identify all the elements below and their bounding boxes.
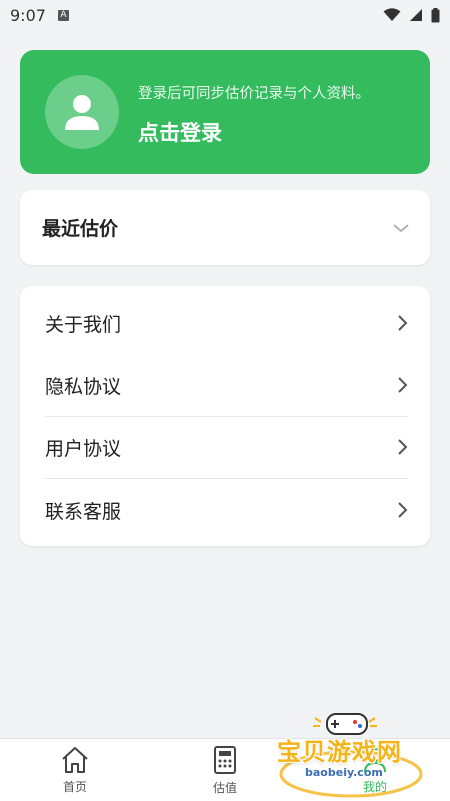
login-button[interactable]: 点击登录 [138,117,222,147]
menu-item-user-agreement[interactable]: 用户协议 [45,416,408,478]
tab-valuation[interactable]: 估值 [150,739,300,801]
chevron-right-icon [398,502,408,518]
chevron-right-icon [398,315,408,331]
profile-icon [364,747,386,772]
bottom-tab-bar: 首页 估值 我的 [0,738,450,801]
chevron-down-icon[interactable] [392,222,410,234]
wifi-icon [383,8,401,21]
user-icon [65,95,99,130]
login-hint: 登录后可同步估价记录与个人资料。 [138,86,370,102]
menu-item-customer-service[interactable]: 联系客服 [45,479,408,541]
cellular-signal-icon [410,9,422,21]
menu-item-label: 隐私协议 [45,375,122,398]
recent-valuations-section[interactable]: 最近估价 [20,190,430,265]
status-left: 9:07 A [10,6,69,25]
menu-item-label: 关于我们 [45,313,122,336]
tab-label: 我的 [362,779,387,794]
tab-label: 估值 [212,780,237,795]
menu-item-about[interactable]: 关于我们 [45,292,408,354]
notification-icon: A [57,9,69,21]
chevron-right-icon [398,377,408,393]
chevron-right-icon [398,439,408,455]
status-bar: 9:07 A [0,0,450,30]
home-icon [62,746,88,773]
status-right [383,7,440,23]
menu-item-label: 用户协议 [45,437,122,460]
menu-item-privacy[interactable]: 隐私协议 [45,354,408,416]
settings-menu: 关于我们 隐私协议 用户协议 联系客服 [20,286,430,546]
battery-icon [431,7,440,22]
tab-profile[interactable]: 我的 [300,739,450,801]
recent-valuations-title: 最近估价 [42,218,119,240]
avatar[interactable] [45,75,119,149]
status-time: 9:07 [10,5,46,25]
menu-item-label: 联系客服 [45,500,122,523]
tab-home[interactable]: 首页 [0,739,150,801]
calculator-icon [214,745,236,774]
tab-label: 首页 [62,779,87,794]
login-card[interactable]: 登录后可同步估价记录与个人资料。 点击登录 [20,50,430,174]
